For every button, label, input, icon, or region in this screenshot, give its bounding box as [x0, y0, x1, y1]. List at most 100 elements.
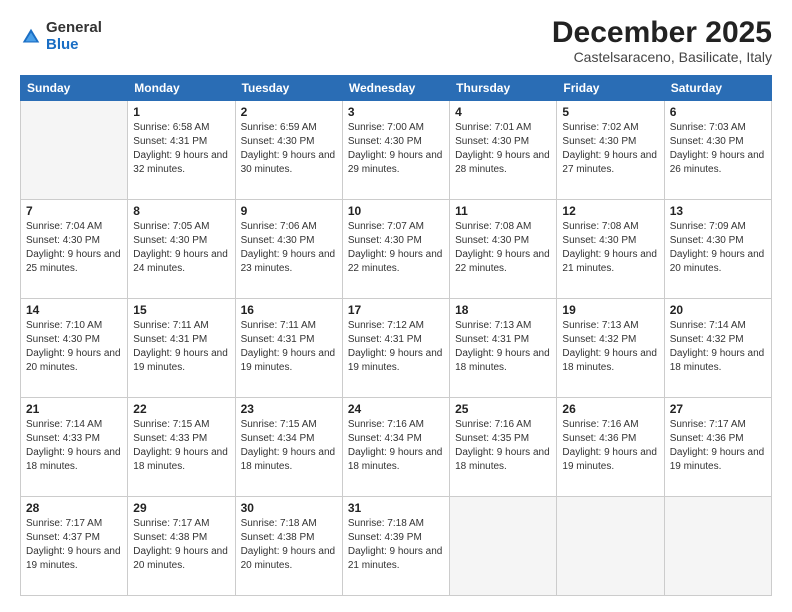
day-info: Sunrise: 7:11 AMSunset: 4:31 PMDaylight:…	[241, 319, 337, 375]
day-info: Sunrise: 7:02 AMSunset: 4:30 PMDaylight:…	[562, 121, 658, 177]
day-info: Sunrise: 7:08 AMSunset: 4:30 PMDaylight:…	[455, 220, 551, 276]
calendar-week-1: 1 Sunrise: 6:58 AMSunset: 4:31 PMDaylight…	[21, 101, 772, 200]
day-info: Sunrise: 7:12 AMSunset: 4:31 PMDaylight:…	[348, 319, 444, 375]
day-info: Sunrise: 7:16 AMSunset: 4:35 PMDaylight:…	[455, 418, 551, 474]
day-info: Sunrise: 7:00 AMSunset: 4:30 PMDaylight:…	[348, 121, 444, 177]
calendar-cell: 25 Sunrise: 7:16 AMSunset: 4:35 PMDayligh…	[450, 398, 557, 497]
calendar-cell: 4 Sunrise: 7:01 AMSunset: 4:30 PMDaylight…	[450, 101, 557, 200]
day-info: Sunrise: 7:13 AMSunset: 4:31 PMDaylight:…	[455, 319, 551, 375]
logo-icon	[20, 26, 42, 48]
day-number: 10	[348, 204, 444, 218]
day-number: 14	[26, 303, 122, 317]
day-info: Sunrise: 7:17 AMSunset: 4:38 PMDaylight:…	[133, 517, 229, 573]
day-info: Sunrise: 7:05 AMSunset: 4:30 PMDaylight:…	[133, 220, 229, 276]
calendar-cell: 17 Sunrise: 7:12 AMSunset: 4:31 PMDayligh…	[342, 299, 449, 398]
calendar-cell: 9Sunrise: 7:06 AMSunset: 4:30 PMDaylight…	[235, 200, 342, 299]
calendar-cell: 28 Sunrise: 7:17 AMSunset: 4:37 PMDayligh…	[21, 497, 128, 596]
day-number: 26	[562, 402, 658, 416]
day-info: Sunrise: 7:08 AMSunset: 4:30 PMDaylight:…	[562, 220, 658, 276]
calendar-cell: 24Sunrise: 7:16 AMSunset: 4:34 PMDayligh…	[342, 398, 449, 497]
day-info: Sunrise: 7:04 AMSunset: 4:30 PMDaylight:…	[26, 220, 122, 276]
calendar-cell	[21, 101, 128, 200]
logo-text: General Blue	[46, 20, 102, 53]
day-number: 1	[133, 105, 229, 119]
calendar-cell: 3 Sunrise: 7:00 AMSunset: 4:30 PMDaylight…	[342, 101, 449, 200]
day-number: 17	[348, 303, 444, 317]
day-number: 22	[133, 402, 229, 416]
day-number: 16	[241, 303, 337, 317]
day-number: 6	[670, 105, 766, 119]
calendar-week-5: 28 Sunrise: 7:17 AMSunset: 4:37 PMDayligh…	[21, 497, 772, 596]
calendar-body: 1 Sunrise: 6:58 AMSunset: 4:31 PMDaylight…	[21, 101, 772, 596]
calendar-table: SundayMondayTuesdayWednesdayThursdayFrid…	[20, 75, 772, 596]
day-info: Sunrise: 7:09 AMSunset: 4:30 PMDaylight:…	[670, 220, 766, 276]
calendar-cell: 29Sunrise: 7:17 AMSunset: 4:38 PMDayligh…	[128, 497, 235, 596]
calendar-cell	[664, 497, 771, 596]
day-number: 7	[26, 204, 122, 218]
day-info: Sunrise: 7:06 AMSunset: 4:30 PMDaylight:…	[241, 220, 337, 276]
day-header-wednesday: Wednesday	[342, 76, 449, 101]
header: General Blue December 2025 Castelsaracen…	[20, 16, 772, 65]
day-info: Sunrise: 7:18 AMSunset: 4:39 PMDaylight:…	[348, 517, 444, 573]
day-number: 27	[670, 402, 766, 416]
day-header-tuesday: Tuesday	[235, 76, 342, 101]
calendar-cell: 7 Sunrise: 7:04 AMSunset: 4:30 PMDaylight…	[21, 200, 128, 299]
calendar-cell: 15Sunrise: 7:11 AMSunset: 4:31 PMDayligh…	[128, 299, 235, 398]
day-info: Sunrise: 6:58 AMSunset: 4:31 PMDaylight:…	[133, 121, 229, 177]
day-info: Sunrise: 7:18 AMSunset: 4:38 PMDaylight:…	[241, 517, 337, 573]
calendar-cell: 16 Sunrise: 7:11 AMSunset: 4:31 PMDayligh…	[235, 299, 342, 398]
day-number: 23	[241, 402, 337, 416]
day-number: 2	[241, 105, 337, 119]
day-header-monday: Monday	[128, 76, 235, 101]
day-info: Sunrise: 7:16 AMSunset: 4:34 PMDaylight:…	[348, 418, 444, 474]
calendar-cell: 12 Sunrise: 7:08 AMSunset: 4:30 PMDayligh…	[557, 200, 664, 299]
day-info: Sunrise: 7:17 AMSunset: 4:37 PMDaylight:…	[26, 517, 122, 573]
day-info: Sunrise: 7:10 AMSunset: 4:30 PMDaylight:…	[26, 319, 122, 375]
day-number: 25	[455, 402, 551, 416]
calendar-cell: 20 Sunrise: 7:14 AMSunset: 4:32 PMDayligh…	[664, 299, 771, 398]
calendar-cell: 14 Sunrise: 7:10 AMSunset: 4:30 PMDayligh…	[21, 299, 128, 398]
calendar-cell: 11 Sunrise: 7:08 AMSunset: 4:30 PMDayligh…	[450, 200, 557, 299]
day-info: Sunrise: 7:15 AMSunset: 4:34 PMDaylight:…	[241, 418, 337, 474]
calendar-cell: 23 Sunrise: 7:15 AMSunset: 4:34 PMDayligh…	[235, 398, 342, 497]
calendar-cell: 1 Sunrise: 6:58 AMSunset: 4:31 PMDaylight…	[128, 101, 235, 200]
day-info: Sunrise: 7:17 AMSunset: 4:36 PMDaylight:…	[670, 418, 766, 474]
calendar-cell: 21Sunrise: 7:14 AMSunset: 4:33 PMDayligh…	[21, 398, 128, 497]
day-number: 8	[133, 204, 229, 218]
day-number: 4	[455, 105, 551, 119]
calendar-week-2: 7 Sunrise: 7:04 AMSunset: 4:30 PMDaylight…	[21, 200, 772, 299]
day-number: 11	[455, 204, 551, 218]
day-info: Sunrise: 7:14 AMSunset: 4:32 PMDaylight:…	[670, 319, 766, 375]
title-block: December 2025 Castelsaraceno, Basilicate…	[552, 16, 772, 65]
logo-blue: Blue	[46, 37, 102, 54]
day-info: Sunrise: 6:59 AMSunset: 4:30 PMDaylight:…	[241, 121, 337, 177]
calendar-cell: 13 Sunrise: 7:09 AMSunset: 4:30 PMDayligh…	[664, 200, 771, 299]
day-info: Sunrise: 7:03 AMSunset: 4:30 PMDaylight:…	[670, 121, 766, 177]
day-info: Sunrise: 7:01 AMSunset: 4:30 PMDaylight:…	[455, 121, 551, 177]
calendar-cell	[557, 497, 664, 596]
calendar-cell: 19 Sunrise: 7:13 AMSunset: 4:32 PMDayligh…	[557, 299, 664, 398]
day-number: 21	[26, 402, 122, 416]
day-number: 28	[26, 501, 122, 515]
day-number: 3	[348, 105, 444, 119]
day-number: 18	[455, 303, 551, 317]
calendar-week-4: 21Sunrise: 7:14 AMSunset: 4:33 PMDayligh…	[21, 398, 772, 497]
calendar-cell: 8 Sunrise: 7:05 AMSunset: 4:30 PMDaylight…	[128, 200, 235, 299]
calendar-cell: 10 Sunrise: 7:07 AMSunset: 4:30 PMDayligh…	[342, 200, 449, 299]
page: General Blue December 2025 Castelsaracen…	[0, 0, 792, 612]
day-header-thursday: Thursday	[450, 76, 557, 101]
calendar-cell: 5Sunrise: 7:02 AMSunset: 4:30 PMDaylight…	[557, 101, 664, 200]
day-number: 20	[670, 303, 766, 317]
day-info: Sunrise: 7:07 AMSunset: 4:30 PMDaylight:…	[348, 220, 444, 276]
calendar-cell: 22Sunrise: 7:15 AMSunset: 4:33 PMDayligh…	[128, 398, 235, 497]
day-number: 19	[562, 303, 658, 317]
day-number: 15	[133, 303, 229, 317]
location: Castelsaraceno, Basilicate, Italy	[552, 49, 772, 65]
day-number: 13	[670, 204, 766, 218]
calendar-cell: 18 Sunrise: 7:13 AMSunset: 4:31 PMDayligh…	[450, 299, 557, 398]
day-info: Sunrise: 7:13 AMSunset: 4:32 PMDaylight:…	[562, 319, 658, 375]
day-header-sunday: Sunday	[21, 76, 128, 101]
month-title: December 2025	[552, 16, 772, 49]
day-number: 12	[562, 204, 658, 218]
calendar-cell: 2 Sunrise: 6:59 AMSunset: 4:30 PMDaylight…	[235, 101, 342, 200]
